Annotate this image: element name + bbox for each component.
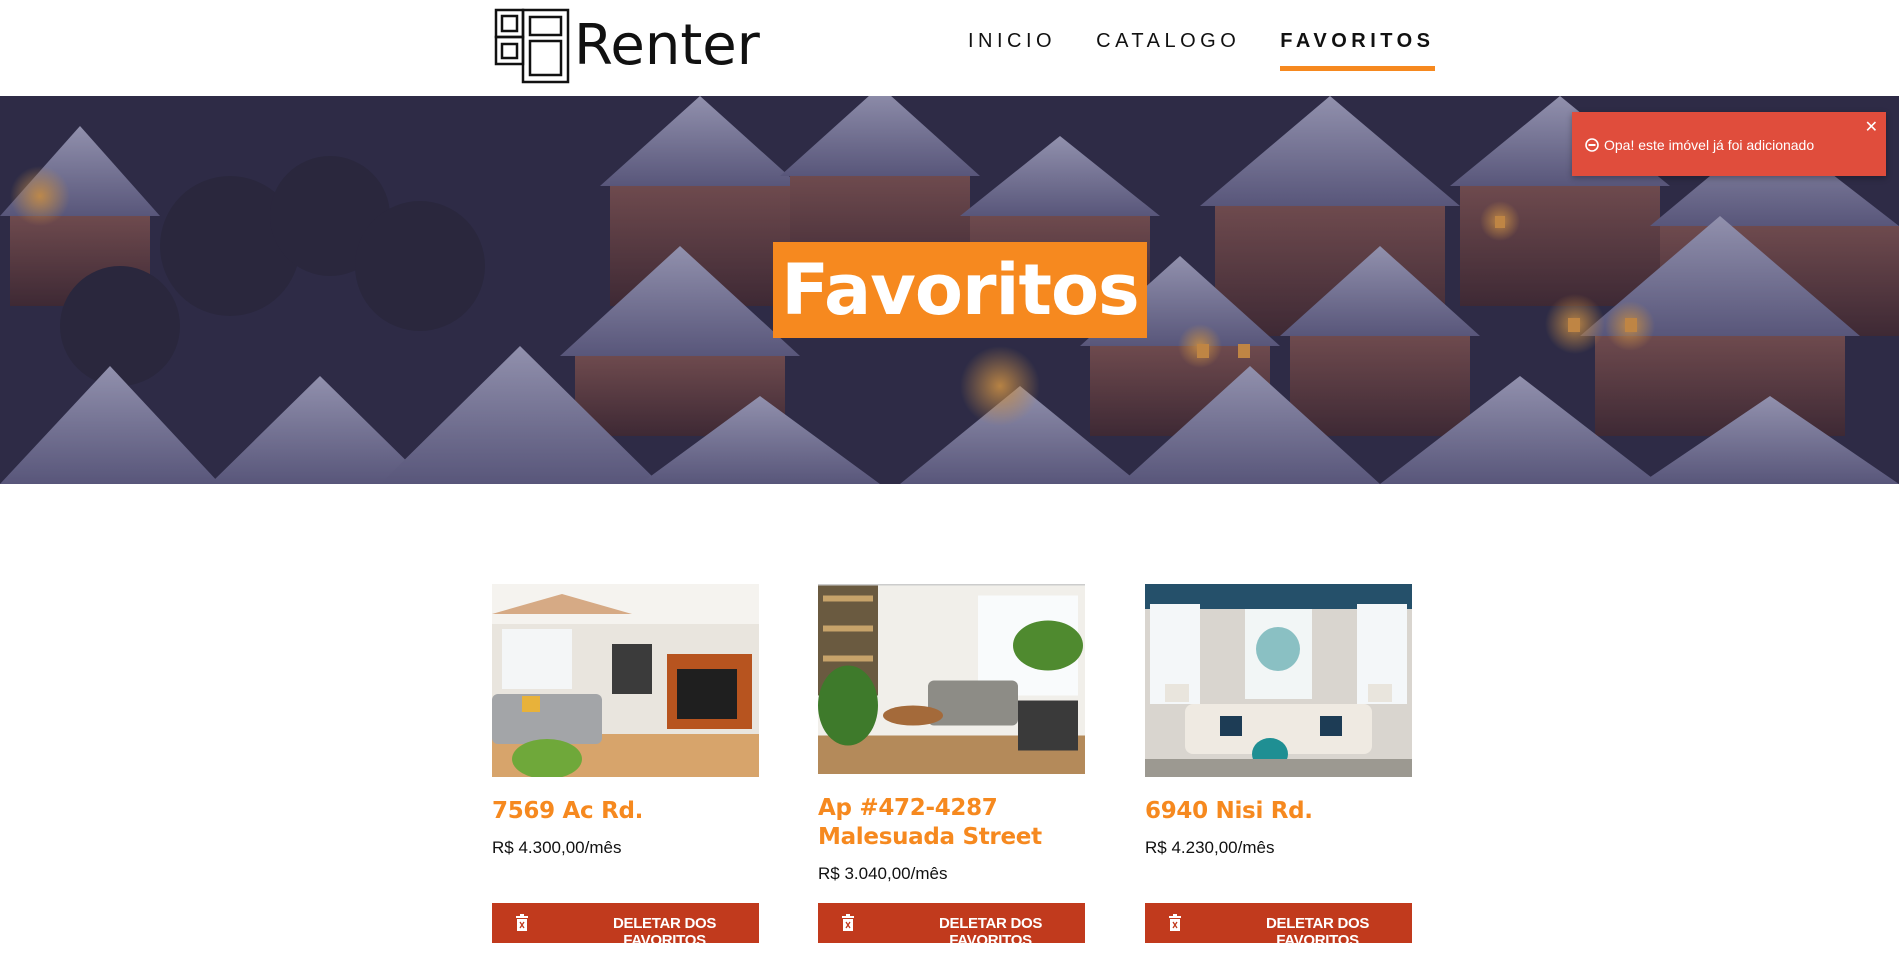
no-entry-icon [1585, 138, 1599, 152]
property-photo[interactable] [492, 584, 759, 777]
trash-icon [1169, 914, 1181, 931]
error-toast: Opa! este imóvel já foi adicionado ✕ [1572, 112, 1886, 176]
delete-favorite-button[interactable]: DELETAR DOS FAVORITOS [818, 903, 1085, 949]
close-icon[interactable]: ✕ [1865, 120, 1878, 136]
favorite-card: 7569 Ac Rd. R$ 4.300,00/mês [492, 584, 759, 858]
property-photo[interactable] [1145, 584, 1412, 777]
favorite-card: Ap #472-4287 Malesuada Street R$ 3.040,0… [818, 584, 1085, 884]
delete-button-label: DELETAR DOS FAVORITOS [1265, 915, 1370, 949]
property-title[interactable]: Ap #472-4287 Malesuada Street [818, 794, 1085, 852]
favorite-card: 6940 Nisi Rd. R$ 4.230,00/mês [1145, 584, 1412, 858]
main-nav: INICIO CATALOGO FAVORITOS [968, 30, 1435, 71]
property-price: R$ 4.300,00/mês [492, 838, 622, 857]
property-price: R$ 3.040,00/mês [818, 864, 948, 883]
toast-message: Opa! este imóvel já foi adicionado [1604, 137, 1815, 153]
nav-item-inicio[interactable]: INICIO [968, 30, 1056, 71]
property-title[interactable]: 6940 Nisi Rd. [1145, 797, 1412, 826]
brand-logo[interactable]: Renter [494, 8, 760, 84]
property-photo[interactable] [818, 584, 1085, 774]
page-title: Favoritos [773, 242, 1147, 338]
brand-name: Renter [574, 13, 760, 78]
delete-favorite-button[interactable]: DELETAR DOS FAVORITOS [1145, 903, 1412, 949]
delete-button-label: DELETAR DOS FAVORITOS [938, 915, 1043, 949]
trash-icon [516, 914, 528, 931]
trash-icon [842, 914, 854, 931]
window-grid-icon [494, 8, 570, 84]
delete-favorite-button[interactable]: DELETAR DOS FAVORITOS [492, 903, 759, 949]
site-header: Renter INICIO CATALOGO FAVORITOS [0, 0, 1899, 96]
nav-item-favoritos[interactable]: FAVORITOS [1280, 30, 1435, 71]
nav-item-catalogo[interactable]: CATALOGO [1096, 30, 1240, 71]
property-title[interactable]: 7569 Ac Rd. [492, 797, 759, 826]
delete-button-label: DELETAR DOS FAVORITOS [612, 915, 717, 949]
property-price: R$ 4.230,00/mês [1145, 838, 1275, 857]
